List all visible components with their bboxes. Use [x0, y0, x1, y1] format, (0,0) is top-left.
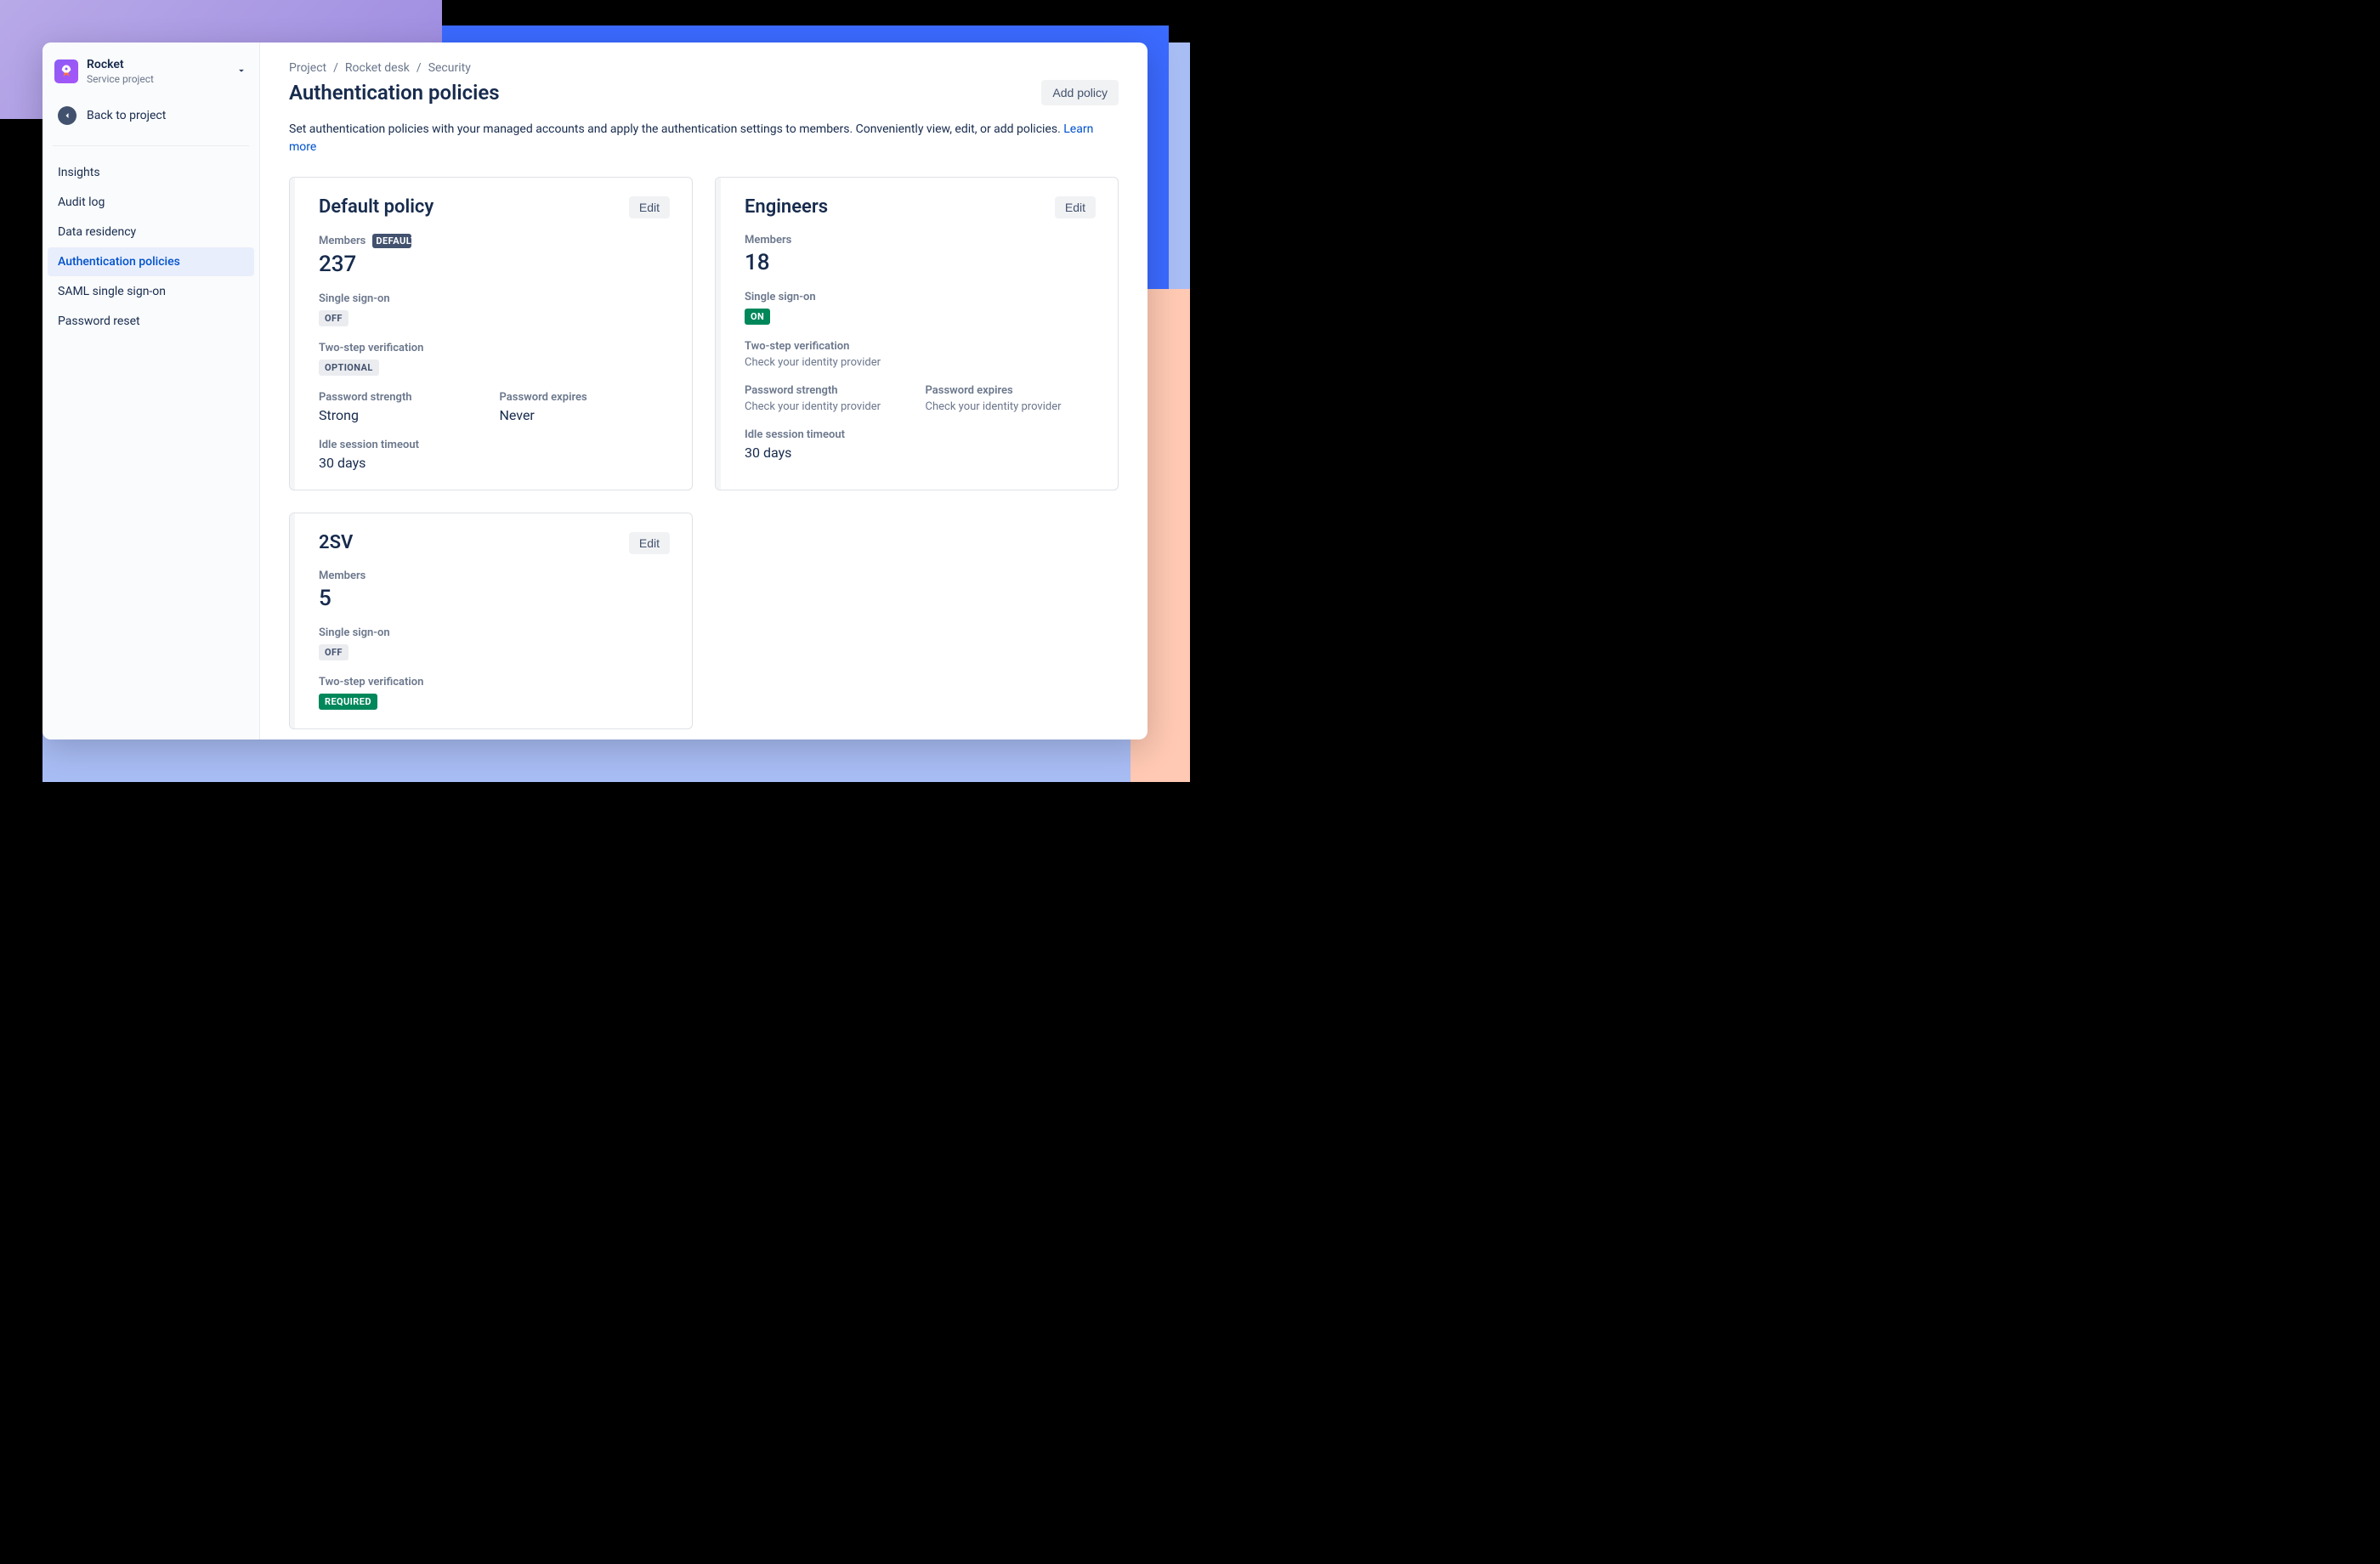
- pw-expires-label: Password expires: [926, 384, 1096, 397]
- main-content: Project/Rocket desk/Security Authenticat…: [260, 42, 1148, 740]
- page-intro: Set authentication policies with your ma…: [289, 121, 1119, 156]
- edit-policy-button[interactable]: Edit: [629, 196, 670, 218]
- sso-status-pill: ON: [745, 309, 770, 325]
- policy-card-2sv: 2SV Edit Members 5 Single sign-on OFF Two-step…: [289, 513, 693, 729]
- edit-policy-button[interactable]: Edit: [629, 532, 670, 554]
- pw-expires-value: Check your identity provider: [926, 400, 1096, 413]
- project-subtitle: Service project: [87, 73, 227, 86]
- two-step-label: Two-step verification: [319, 342, 670, 354]
- back-label: Back to project: [87, 109, 166, 122]
- pw-strength-label: Password strength: [745, 384, 915, 397]
- pw-expires-label: Password expires: [500, 391, 671, 404]
- pw-expires-value: Never: [500, 407, 671, 423]
- pw-strength-value: Check your identity provider: [745, 400, 915, 413]
- default-badge: DEFAULT: [372, 234, 411, 248]
- add-policy-button[interactable]: Add policy: [1041, 80, 1119, 105]
- page-title: Authentication policies: [289, 81, 500, 105]
- breadcrumb-project[interactable]: Project: [289, 61, 326, 75]
- sidebar-item-saml-single-sign-on[interactable]: SAML single sign-on: [48, 277, 254, 306]
- policy-title: 2SV: [319, 532, 353, 553]
- policy-title: Engineers: [745, 196, 828, 218]
- sidebar-item-authentication-policies[interactable]: Authentication policies: [48, 247, 254, 276]
- project-switcher[interactable]: Rocket Service project: [42, 58, 259, 98]
- chevron-down-icon: [235, 64, 247, 80]
- members-count: 18: [745, 250, 1096, 275]
- sidebar-item-data-residency[interactable]: Data residency: [48, 218, 254, 246]
- two-step-label: Two-step verification: [745, 340, 1096, 353]
- pw-strength-label: Password strength: [319, 391, 490, 404]
- two-step-status-pill: OPTIONAL: [319, 360, 379, 376]
- app-window: Rocket Service project Back to project I…: [42, 42, 1148, 740]
- members-count: 237: [319, 252, 670, 277]
- idle-timeout-label: Idle session timeout: [745, 428, 1096, 441]
- sso-label: Single sign-on: [319, 292, 670, 305]
- breadcrumb-rocket-desk[interactable]: Rocket desk: [345, 61, 410, 75]
- two-step-label: Two-step verification: [319, 676, 670, 688]
- arrow-left-icon: [58, 106, 76, 125]
- idle-timeout-label: Idle session timeout: [319, 439, 670, 451]
- members-label: MembersDEFAULT: [319, 234, 670, 248]
- members-label: Members: [745, 234, 1096, 246]
- idle-timeout-value: 30 days: [745, 445, 1096, 461]
- policy-card-default-policy: Default policy Edit MembersDEFAULT 237 Singl…: [289, 177, 693, 490]
- back-to-project-button[interactable]: Back to project: [42, 98, 259, 133]
- sidebar: Rocket Service project Back to project I…: [42, 42, 260, 740]
- sidebar-divider: [53, 145, 249, 146]
- breadcrumb-security[interactable]: Security: [428, 61, 471, 75]
- policy-title: Default policy: [319, 196, 434, 218]
- rocket-icon: [54, 60, 78, 83]
- members-count: 5: [319, 586, 670, 611]
- idle-timeout-value: 30 days: [319, 455, 670, 471]
- sidebar-item-password-reset[interactable]: Password reset: [48, 307, 254, 336]
- sso-label: Single sign-on: [745, 291, 1096, 303]
- sidebar-item-audit-log[interactable]: Audit log: [48, 188, 254, 217]
- sso-status-pill: OFF: [319, 310, 348, 326]
- two-step-status-pill: REQUIRED: [319, 694, 377, 710]
- sso-status-pill: OFF: [319, 644, 348, 660]
- policy-card-engineers: Engineers Edit Members 18 Single sign-on ON Tw…: [715, 177, 1119, 490]
- two-step-value: Check your identity provider: [745, 356, 1096, 369]
- breadcrumb: Project/Rocket desk/Security: [289, 61, 1119, 75]
- sso-label: Single sign-on: [319, 626, 670, 639]
- sidebar-item-insights[interactable]: Insights: [48, 158, 254, 187]
- project-name: Rocket: [87, 58, 227, 73]
- edit-policy-button[interactable]: Edit: [1055, 196, 1096, 218]
- pw-strength-value: Strong: [319, 407, 490, 423]
- members-label: Members: [319, 570, 670, 582]
